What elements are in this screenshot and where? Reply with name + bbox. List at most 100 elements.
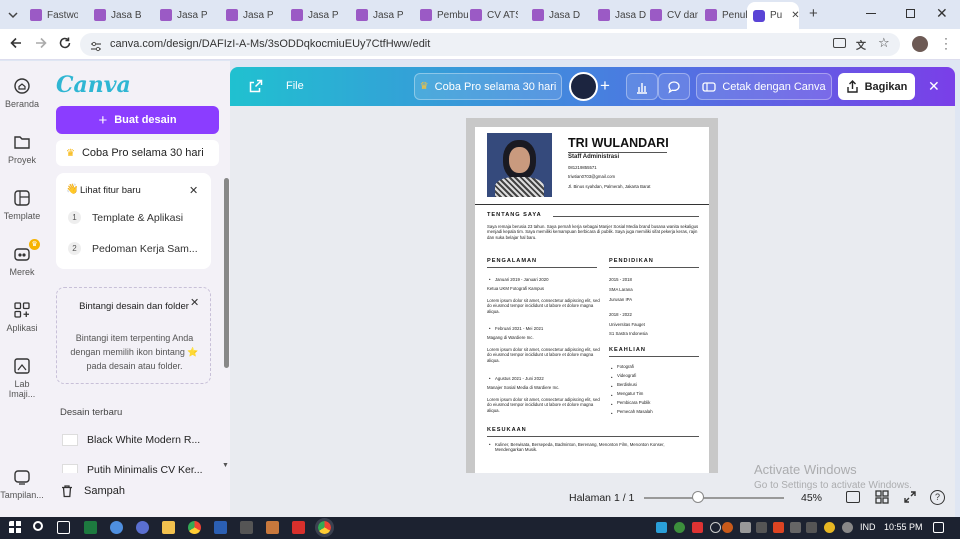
tray-icon[interactable]	[773, 522, 784, 533]
file-explorer-icon[interactable]	[162, 521, 175, 534]
bullet-icon: •	[489, 277, 491, 282]
file-menu[interactable]: File	[286, 80, 304, 92]
grid-view-icon[interactable]	[875, 490, 889, 509]
word-icon[interactable]	[214, 521, 227, 534]
share-button[interactable]: Bagikan	[838, 73, 915, 100]
camera-off-icon[interactable]	[833, 38, 846, 48]
translate-icon[interactable]: 文	[856, 37, 866, 52]
rail-proyek[interactable]: Proyek	[0, 133, 44, 165]
create-design-button[interactable]: + Buat desain	[56, 106, 219, 134]
excel-icon[interactable]	[84, 521, 97, 534]
recent-design-item[interactable]: Black White Modern R...	[62, 434, 200, 446]
task-view-icon[interactable]	[57, 521, 70, 534]
tray-icon[interactable]	[722, 522, 733, 533]
clock[interactable]: 10:55 PM	[884, 522, 923, 532]
tab-list-dropdown-icon[interactable]	[7, 8, 19, 20]
tab-favicon-icon	[226, 9, 238, 21]
chrome-icon[interactable]	[188, 521, 201, 534]
rail-beranda[interactable]: Beranda	[0, 77, 44, 109]
recent-design-item[interactable]: Putih Minimalis CV Ker...	[62, 464, 203, 473]
browser-tab[interactable]: Penulis	[695, 4, 753, 26]
print-with-canva-button[interactable]: Cetak dengan Canva	[696, 73, 832, 100]
close-icon[interactable]: ✕	[189, 184, 198, 197]
tray-icon[interactable]	[692, 522, 703, 533]
try-pro-button[interactable]: ♛ Coba Pro selama 30 hari	[56, 140, 219, 166]
browser-tab[interactable]: Jasa De	[588, 4, 646, 26]
calculator-icon[interactable]	[240, 521, 253, 534]
tray-icon[interactable]	[740, 522, 751, 533]
windows-start-icon[interactable]	[9, 521, 22, 534]
crown-icon: ♛	[66, 147, 75, 159]
trash-item[interactable]: Sampah	[60, 484, 125, 498]
browser-tab[interactable]: Jasa Pe	[150, 4, 208, 26]
close-tab-icon[interactable]: ✕	[791, 10, 799, 21]
tray-icon[interactable]	[656, 522, 667, 533]
chrome-active-icon[interactable]	[315, 518, 334, 537]
profile-avatar[interactable]	[912, 36, 928, 52]
restore-window-icon[interactable]	[906, 9, 915, 18]
app-icon[interactable]	[136, 521, 149, 534]
browser-tab[interactable]: CV ATS	[460, 4, 518, 26]
education-heading: PENDIDIKAN	[609, 258, 654, 264]
browser-tab[interactable]: Fastwo	[20, 4, 78, 26]
rail-aplikasi[interactable]: Aplikasi	[0, 301, 44, 333]
display-icon	[14, 470, 30, 485]
analytics-button[interactable]	[626, 73, 658, 100]
panel-scrollbar[interactable]	[224, 178, 229, 368]
cv-page[interactable]: TRI WULANDARI Staff Administrasi 0812198…	[475, 127, 709, 473]
exp-title: Ketua UKM Fotografi Kampus	[487, 286, 545, 291]
profile-photo[interactable]	[487, 133, 552, 197]
feature-item[interactable]: 1 Template & Aplikasi	[68, 211, 183, 224]
browser-tab[interactable]: CV dan	[640, 4, 698, 26]
try-pro-header-button[interactable]: ♛ Coba Pro selama 30 hari	[414, 73, 562, 100]
open-external-icon[interactable]	[249, 79, 263, 98]
rail-tampilan[interactable]: Tampilan...	[0, 468, 44, 500]
browser-menu-icon[interactable]: · · ·	[944, 32, 948, 54]
address-bar[interactable]: canva.com/design/DAFIzI-A-Ms/3sODDqkocmi…	[80, 33, 900, 56]
browser-tab[interactable]: Jasa Pe	[346, 4, 404, 26]
browser-tab[interactable]: Jasa Pe	[281, 4, 339, 26]
user-avatar[interactable]	[569, 72, 598, 101]
minimize-window-icon[interactable]	[866, 13, 876, 14]
tray-icon[interactable]	[710, 522, 721, 533]
feature-item[interactable]: 2 Pedoman Kerja Sam...	[68, 242, 198, 255]
photos-icon[interactable]	[266, 521, 279, 534]
close-window-icon[interactable]: ✕	[936, 5, 948, 22]
browser-tab[interactable]: Jasa Bu	[84, 4, 142, 26]
rail-lab-imaji[interactable]: Lab Imaji...	[0, 357, 44, 399]
search-icon[interactable]	[33, 521, 43, 531]
close-editor-icon[interactable]: ✕	[928, 78, 940, 95]
new-tab-button[interactable]: +	[809, 6, 818, 21]
pages-view-icon[interactable]	[846, 491, 860, 503]
page-indicator[interactable]: Halaman 1 / 1	[569, 492, 634, 504]
language-indicator[interactable]: IND	[860, 522, 876, 532]
pdf-icon[interactable]	[292, 521, 305, 534]
comment-button[interactable]	[658, 73, 690, 100]
notification-icon[interactable]	[933, 522, 944, 533]
tab-active[interactable]: Pu ✕	[747, 2, 799, 29]
scroll-down-icon[interactable]: ▼	[222, 462, 229, 469]
rail-merek[interactable]: ♛ Merek	[0, 239, 44, 277]
canva-logo[interactable]: Canva	[56, 72, 131, 98]
tray-icon[interactable]	[806, 522, 817, 533]
browser-tab[interactable]: Jasa De	[522, 4, 580, 26]
forward-arrow-icon[interactable]	[34, 36, 48, 55]
add-collaborator-icon[interactable]: +	[600, 76, 610, 96]
tray-icon[interactable]	[824, 522, 835, 533]
fullscreen-icon[interactable]	[903, 490, 917, 509]
tray-icon[interactable]	[790, 522, 801, 533]
tray-icon[interactable]	[674, 522, 685, 533]
tray-icon[interactable]	[756, 522, 767, 533]
zoom-slider-handle[interactable]	[692, 491, 704, 503]
zoom-slider-track[interactable]	[644, 497, 784, 499]
tray-icon[interactable]	[842, 522, 853, 533]
app-icon[interactable]	[110, 521, 123, 534]
reload-icon[interactable]	[58, 36, 72, 55]
help-icon[interactable]: ?	[930, 490, 945, 505]
rail-template[interactable]: Template	[0, 189, 44, 221]
zoom-value[interactable]: 45%	[801, 492, 822, 504]
back-arrow-icon[interactable]	[9, 36, 23, 55]
bookmark-star-icon[interactable]: ☆	[878, 35, 890, 51]
site-info-icon[interactable]	[90, 39, 102, 57]
browser-tab[interactable]: Jasa Pe	[216, 4, 274, 26]
